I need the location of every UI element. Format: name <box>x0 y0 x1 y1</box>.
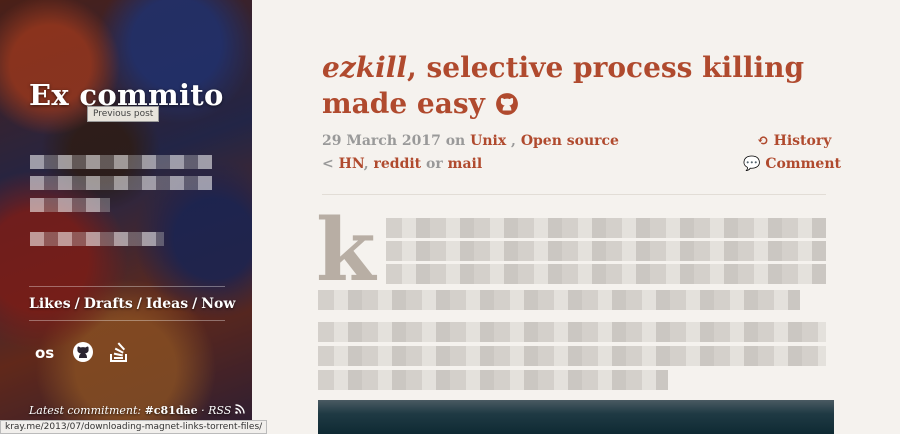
blurred-code-block <box>318 400 834 434</box>
comment-link[interactable]: 💬 Comment <box>743 156 841 172</box>
share-or: or <box>426 156 443 172</box>
post-on: on <box>445 133 466 149</box>
nav-divider <box>29 286 225 287</box>
post-meta: 29 March 2017 on Unix , Open source <box>322 133 619 149</box>
nav-likes[interactable]: Likes <box>29 296 71 312</box>
post-date: 29 March 2017 <box>322 133 441 149</box>
blurred-paragraph-line <box>386 264 826 284</box>
blurred-paragraph-line <box>386 218 826 238</box>
latest-commitment: Latest commitment: #c81dae · RSS <box>29 404 245 417</box>
blurred-paragraph-line <box>318 346 826 366</box>
nav-divider <box>29 320 225 321</box>
history-link[interactable]: ⟲ History <box>757 133 831 149</box>
tag-unix[interactable]: Unix <box>470 133 506 149</box>
blurred-sidebar-line <box>30 176 212 190</box>
svg-text:os: os <box>35 344 54 362</box>
share-hn[interactable]: HN <box>339 156 364 172</box>
comment-label[interactable]: Comment <box>765 156 841 172</box>
main-content: ezkill, selective process killing made e… <box>252 0 900 434</box>
rss-link[interactable]: RSS <box>208 404 231 417</box>
blurred-sidebar-line <box>30 198 110 212</box>
share-mail[interactable]: mail <box>448 156 483 172</box>
share-icon: < <box>322 156 334 172</box>
post-title: ezkill, selective process killing made e… <box>322 50 822 122</box>
drop-cap: k <box>316 200 376 301</box>
nav-drafts[interactable]: Drafts <box>84 296 133 312</box>
tag-open-source[interactable]: Open source <box>521 133 619 149</box>
blurred-sidebar-line <box>30 155 212 169</box>
history-label[interactable]: History <box>774 133 832 149</box>
meta-divider <box>322 194 826 195</box>
nav-ideas[interactable]: Ideas <box>146 296 188 312</box>
history-icon: ⟲ <box>757 133 769 149</box>
sidebar: Ex commito Previous post Likes / Drafts / Id… <box>0 0 252 434</box>
share-links: < HN, reddit or mail <box>322 156 483 172</box>
nav-now[interactable]: Now <box>201 296 235 312</box>
blurred-paragraph-line <box>318 290 800 310</box>
lastfm-icon[interactable]: os <box>35 341 57 363</box>
github-icon[interactable] <box>495 87 519 120</box>
blurred-sidebar-line <box>30 232 164 246</box>
blurred-paragraph-line <box>318 370 668 390</box>
previous-post-tooltip: Previous post <box>87 106 160 122</box>
status-bar-url: kray.me/2013/07/downloading-magnet-links… <box>0 420 268 434</box>
commit-hash[interactable]: #c81dae <box>145 404 198 417</box>
blurred-paragraph-line <box>386 241 826 261</box>
share-reddit[interactable]: reddit <box>374 156 422 172</box>
commit-label: Latest commitment: <box>29 404 142 417</box>
stackoverflow-icon[interactable] <box>108 341 130 363</box>
sidebar-nav: Likes / Drafts / Ideas / Now <box>29 296 236 312</box>
post-title-emphasis: ezkill <box>322 51 408 84</box>
rss-icon[interactable] <box>235 404 245 417</box>
github-icon[interactable] <box>72 341 94 363</box>
comment-icon: 💬 <box>743 156 761 172</box>
blurred-paragraph-line <box>318 322 826 342</box>
